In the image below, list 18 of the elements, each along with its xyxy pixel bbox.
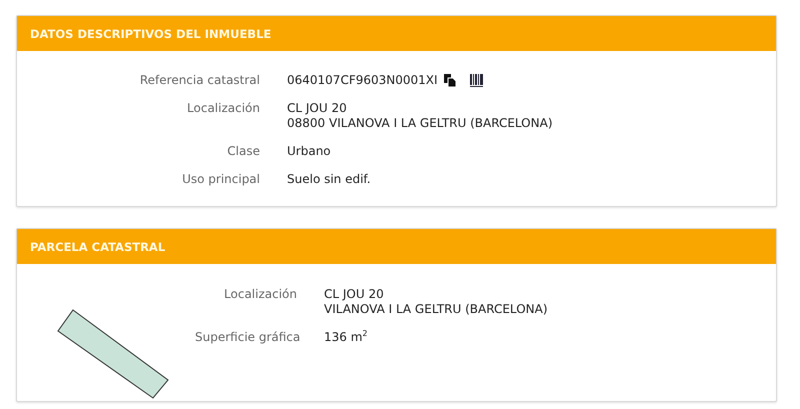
field-value: VILANOVA I LA GELTRU (BARCELONA) [324,302,548,317]
barcode-icon[interactable] [470,74,483,87]
field-label: Clase [226,144,260,159]
copy-icon[interactable] [444,74,456,87]
field-value: CL JOU 20 [287,101,347,116]
field-label: Localización [186,101,260,117]
field-value: Urbano [287,144,331,159]
field-value: 0640107CF9603N0001XI [287,73,438,88]
field-label: Localización [223,287,297,303]
panel-title: DATOS DESCRIPTIVOS DEL INMUEBLE [30,26,272,40]
field-label: Uso principal [181,172,260,187]
field-value: 08800 VILANOVA I LA GELTRU (BARCELONA) [287,116,552,131]
field-value: 136 m$^{2}$ [324,330,368,345]
field-value: Suelo sin edif. [287,172,371,187]
field-value: CL JOU 20 [324,287,384,302]
panel-title: PARCELA CATASTRAL [30,240,166,254]
field-label: Referencia catastral [138,73,260,88]
field-label: Superficie gráfica [195,330,297,345]
